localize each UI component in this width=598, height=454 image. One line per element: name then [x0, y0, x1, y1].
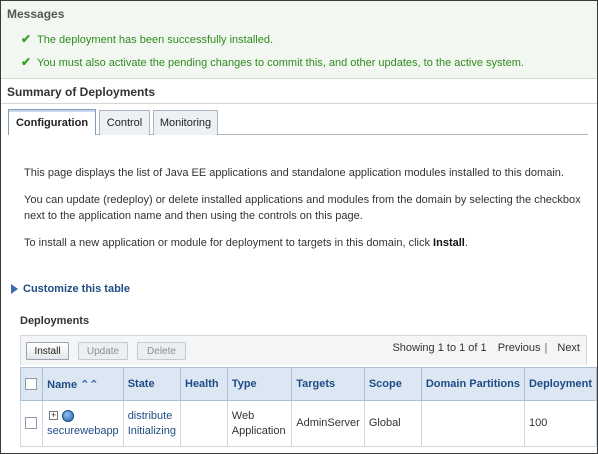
type-cell: Web Application: [226, 400, 293, 447]
deployments-title: Deployments: [20, 315, 90, 327]
state-cell: distribute Initializing: [122, 400, 182, 447]
domain-partitions-cell: [420, 400, 526, 447]
messages-panel: Messages ✔ The deployment has been succes…: [1, 1, 597, 79]
scope-cell: Global: [363, 400, 422, 447]
column-header-name[interactable]: Name ⌃⌃: [42, 367, 124, 401]
table-header-row: Name ⌃⌃ State Health Type Targets Scope D…: [19, 367, 597, 401]
expand-plus-icon[interactable]: +: [49, 411, 59, 421]
select-all-checkbox[interactable]: [25, 378, 37, 391]
sort-ascending-icon[interactable]: ⌃⌃: [80, 379, 98, 391]
state-link[interactable]: distribute: [128, 409, 176, 424]
install-instruction: To install a new application or module f…: [24, 235, 584, 251]
column-header-deployment[interactable]: Deployment: [524, 367, 597, 401]
column-header-targets[interactable]: Targets: [291, 367, 365, 401]
description-paragraph: You can update (redeploy) or delete inst…: [24, 194, 581, 222]
update-button[interactable]: Update: [78, 342, 128, 360]
type-line: Application: [231, 424, 286, 437]
pagination: Showing 1 to 1 of 1 Previous | Next: [392, 342, 580, 354]
expand-triangle-icon: [11, 284, 18, 294]
delete-button[interactable]: Delete: [137, 342, 186, 360]
summary-panel: Summary of Deployments Configuration Con…: [1, 79, 597, 453]
instruction-text: To install a new application or module f…: [24, 237, 434, 249]
check-icon: ✔: [21, 32, 32, 46]
targets-cell: AdminServer: [291, 400, 365, 447]
web-app-icon: [62, 409, 75, 422]
column-header-scope[interactable]: Scope: [363, 367, 422, 401]
pagination-status: Showing 1 to 1 of 1: [392, 342, 487, 354]
column-header-domain-partitions[interactable]: Domain Partitions: [420, 367, 526, 401]
instruction-period: .: [464, 237, 468, 249]
check-icon: ✔: [21, 55, 32, 69]
tab-control[interactable]: Control: [99, 110, 150, 135]
success-message: ✔ You must also activate the pending chan…: [21, 55, 524, 69]
deployment-order-cell: 100: [524, 400, 597, 447]
description-paragraph: This page displays the list of Java EE a…: [24, 167, 564, 179]
row-checkbox[interactable]: [25, 417, 37, 430]
instruction-install-word: Install: [433, 237, 465, 249]
install-button[interactable]: Install: [26, 342, 69, 360]
column-header-type[interactable]: Type: [226, 367, 293, 401]
deployments-page: Messages ✔ The deployment has been succes…: [0, 0, 598, 454]
message-text: You must also activate the pending chang…: [37, 57, 524, 69]
deployments-table: Name ⌃⌃ State Health Type Targets Scope D…: [19, 367, 597, 447]
pager-separator: |: [544, 342, 548, 354]
customize-table-label: Customize this table: [23, 283, 130, 295]
column-header-state[interactable]: State: [122, 367, 182, 401]
tab-configuration[interactable]: Configuration: [8, 109, 96, 135]
divider: [1, 103, 597, 104]
row-select-cell: [19, 400, 44, 447]
messages-header: Messages: [7, 7, 65, 21]
customize-table-link[interactable]: Customize this table: [11, 283, 130, 295]
message-text: The deployment has been successfully ins…: [37, 34, 274, 46]
name-cell: + securewebapp: [42, 400, 124, 447]
next-link[interactable]: Next: [557, 342, 580, 354]
tab-bar: Configuration Control Monitoring: [8, 109, 588, 135]
success-message: ✔ The deployment has been successfully in…: [21, 32, 273, 46]
type-line: Web: [231, 409, 255, 422]
health-cell: [180, 400, 228, 447]
column-header-health[interactable]: Health: [180, 367, 228, 401]
deployment-name-link[interactable]: securewebapp: [47, 425, 119, 437]
state-status[interactable]: Initializing: [128, 424, 176, 439]
table-row: + securewebapp distribute Initializing W…: [19, 400, 597, 447]
select-all-header: [19, 367, 44, 401]
tab-monitoring[interactable]: Monitoring: [153, 110, 218, 135]
previous-link[interactable]: Previous: [498, 342, 541, 354]
summary-title: Summary of Deployments: [7, 85, 156, 99]
deployments-toolbar: Install Update Delete Showing 1 to 1 of …: [20, 335, 587, 365]
